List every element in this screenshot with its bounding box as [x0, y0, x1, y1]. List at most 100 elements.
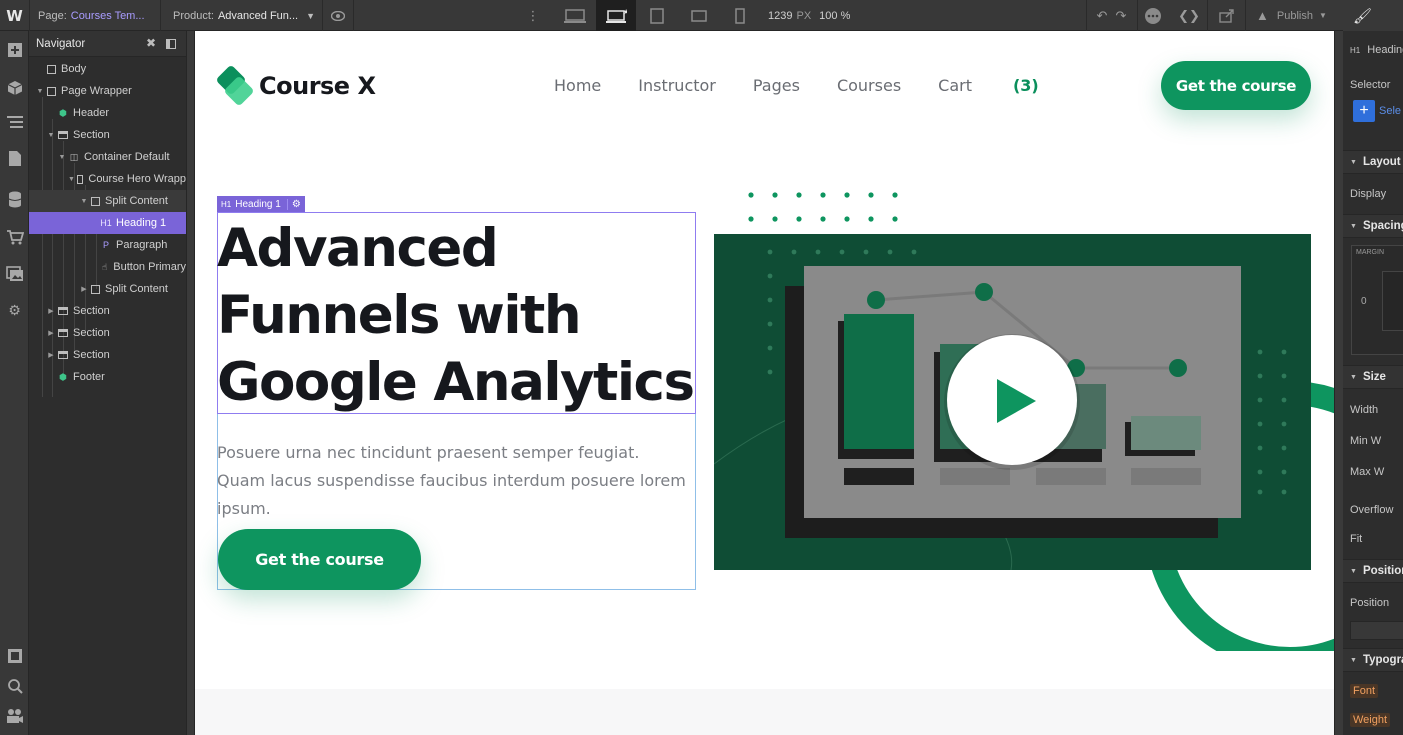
tree-item-label: Footer — [73, 371, 105, 383]
caret-down-icon[interactable]: ▼ — [46, 132, 56, 139]
site-logo[interactable]: Course X — [215, 64, 376, 107]
zoom-level: 100 % — [819, 9, 851, 22]
tree-item-label: Page Wrapper — [61, 85, 132, 97]
panel-resize-handle[interactable] — [1334, 31, 1343, 735]
breakpoint-mobile-portrait-icon[interactable] — [725, 0, 755, 31]
selection-badge[interactable]: H1 Heading 1 ⚙ — [217, 196, 305, 212]
tree-item-section[interactable]: ▼ Section — [29, 124, 186, 146]
more-vertical-icon[interactable]: ⋮ — [518, 0, 548, 31]
selection-badge-label: Heading 1 — [235, 198, 281, 210]
caret-right-icon[interactable]: ▶ — [46, 307, 56, 315]
product-selector[interactable]: Product: Advanced Fun... ▼ — [173, 0, 315, 31]
navigator-panel: Navigator ✖ Body ▼ Page Wrapper ⬢ Header… — [29, 31, 186, 735]
product-selector-label: Product: — [173, 9, 214, 22]
redo-icon[interactable]: ↷ — [1106, 0, 1136, 31]
caret-down-icon[interactable]: ▼ — [79, 198, 89, 205]
position-select[interactable] — [1350, 621, 1403, 640]
video-tutorials-icon[interactable] — [0, 703, 29, 729]
nav-link-home[interactable]: Home — [554, 76, 601, 95]
publish-label: Publish — [1276, 9, 1313, 22]
tree-item-section-4[interactable]: ▶ Section — [29, 344, 186, 366]
left-tool-rail: ⚙ — [0, 31, 29, 735]
assets-images-icon[interactable] — [0, 261, 29, 287]
breakpoint-desktop-icon[interactable]: ★ — [596, 0, 636, 31]
padding-box[interactable] — [1382, 271, 1403, 331]
design-canvas[interactable]: Course X Home Instructor Pages Courses C… — [195, 31, 1334, 735]
hero-heading[interactable]: Advanced Funnels with Google Analytics — [217, 215, 697, 416]
section-typography[interactable]: ▼ Typography — [1343, 648, 1403, 672]
tree-item-body[interactable]: Body — [29, 58, 186, 80]
section-position[interactable]: ▼ Position — [1343, 559, 1403, 583]
rocket-icon: ▲ — [1256, 8, 1269, 23]
tree-item-heading-1[interactable]: H1 Heading 1 — [29, 212, 186, 234]
settings-gear-icon[interactable]: ⚙ — [0, 297, 29, 323]
course-video-thumbnail[interactable] — [714, 234, 1311, 570]
hand-pointer-icon: ☝ — [101, 261, 108, 272]
tree-item-split-content[interactable]: ▼ Split Content — [29, 190, 186, 212]
caret-right-icon[interactable]: ▶ — [79, 285, 89, 293]
search-icon[interactable] — [0, 673, 29, 699]
panel-resize-handle[interactable] — [186, 31, 195, 735]
tree-item-paragraph[interactable]: P Paragraph — [29, 234, 186, 256]
settings-gear-icon[interactable]: ⚙ — [286, 198, 301, 210]
navigator-icon[interactable] — [0, 109, 29, 135]
nav-link-pages[interactable]: Pages — [753, 76, 800, 95]
margin-left-value[interactable]: 0 — [1361, 296, 1367, 307]
caret-down-icon[interactable]: ▼ — [57, 154, 67, 161]
share-icon[interactable] — [1212, 0, 1242, 31]
more-options-icon[interactable] — [1138, 0, 1168, 31]
webflow-logo-icon[interactable]: W — [0, 0, 29, 31]
hero-get-course-button[interactable]: Get the course — [218, 529, 421, 590]
caret-down-icon[interactable]: ▼ — [68, 176, 75, 183]
page-selector[interactable]: Page: Courses Tem... — [38, 0, 145, 31]
ecommerce-cart-icon[interactable] — [0, 224, 29, 250]
breakpoint-large-desktop-icon[interactable] — [560, 0, 590, 31]
tree-item-footer[interactable]: ⬢ Footer — [29, 366, 186, 388]
nav-link-courses[interactable]: Courses — [837, 76, 901, 95]
canvas-width-unit: PX — [796, 9, 812, 22]
section-layout[interactable]: ▼ Layout — [1343, 150, 1403, 174]
tree-item-button-primary[interactable]: ☝ Button Primary — [29, 256, 186, 278]
tree-item-container-default[interactable]: ▼ ◫ Container Default — [29, 146, 186, 168]
tree-item-split-content-2[interactable]: ▶ Split Content — [29, 278, 186, 300]
tree-item-section-2[interactable]: ▶ Section — [29, 300, 186, 322]
add-element-icon[interactable] — [0, 37, 29, 63]
collapse-all-icon[interactable]: ✖ — [146, 36, 156, 50]
element-type-name: Heading — [1367, 44, 1403, 56]
pages-icon[interactable] — [0, 145, 29, 171]
caret-down-icon[interactable]: ▼ — [35, 88, 45, 95]
fit-label: Fit — [1350, 533, 1363, 545]
header-get-course-button[interactable]: Get the course — [1161, 61, 1311, 110]
dock-panel-icon[interactable] — [166, 39, 176, 49]
font-label-text: Font — [1350, 684, 1379, 698]
tree-item-course-hero-wrapper[interactable]: ▼ Course Hero Wrapp — [29, 168, 186, 190]
breakpoint-tablet-icon[interactable] — [642, 0, 672, 31]
section-spacing[interactable]: ▼ Spacing — [1343, 214, 1403, 238]
preview-eye-icon[interactable] — [323, 0, 353, 31]
nav-link-instructor[interactable]: Instructor — [638, 76, 716, 95]
section-icon — [58, 131, 68, 139]
add-class-button[interactable]: + — [1353, 100, 1375, 122]
caret-right-icon[interactable]: ▶ — [46, 351, 56, 359]
publish-button[interactable]: ▲ Publish ▼ — [1256, 0, 1327, 31]
code-export-icon[interactable]: ❮❯ — [1174, 0, 1204, 31]
weight-label-text: Weight — [1350, 713, 1391, 727]
caret-right-icon[interactable]: ▶ — [46, 329, 56, 337]
nav-link-cart[interactable]: Cart (3) — [938, 76, 1076, 95]
breakpoint-mobile-landscape-icon[interactable] — [684, 0, 714, 31]
tree-item-section-3[interactable]: ▶ Section — [29, 322, 186, 344]
tree-item-label: Split Content — [105, 283, 168, 295]
symbols-cube-icon[interactable] — [0, 75, 29, 101]
spacing-box-model[interactable]: MARGIN 0 — [1351, 245, 1403, 355]
tree-item-page-wrapper[interactable]: ▼ Page Wrapper — [29, 80, 186, 102]
tree-item-header[interactable]: ⬢ Header — [29, 102, 186, 124]
min-width-label: Min W — [1350, 435, 1382, 447]
block-icon — [76, 174, 84, 184]
style-manager-icon[interactable] — [0, 643, 29, 669]
selector-input[interactable]: Sele — [1379, 105, 1401, 117]
hero-paragraph[interactable]: Posuere urna nec tincidunt praesent semp… — [217, 439, 687, 523]
canvas-width-value: 1239 — [768, 9, 793, 22]
style-panel-tab[interactable]: 🖌 — [1343, 0, 1403, 31]
section-size[interactable]: ▼ Size — [1343, 365, 1403, 389]
cms-database-icon[interactable] — [0, 186, 29, 212]
